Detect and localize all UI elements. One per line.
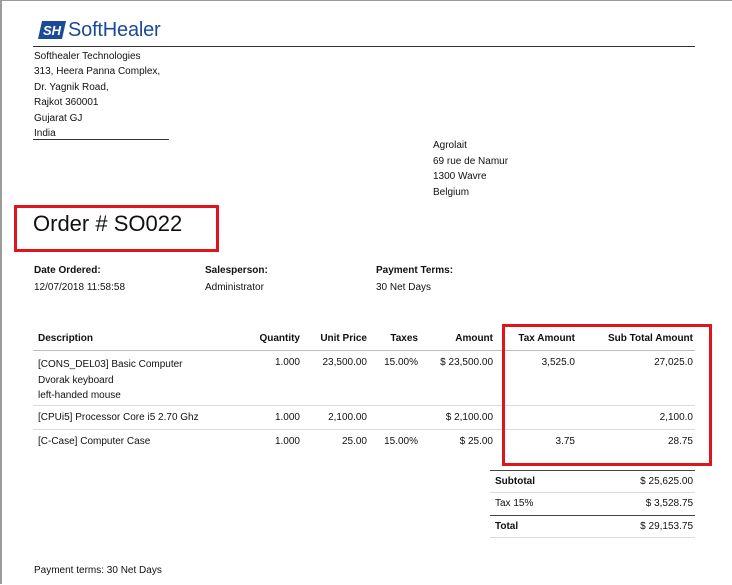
address-divider [33,139,169,140]
address-line: Rajkot 360001 [34,97,99,109]
row-unit-price: 23,500.00 [322,357,368,368]
date-ordered-label: Date Ordered: [34,265,101,276]
row-description: Dvorak keyboard [38,374,114,386]
customer-address-line: 1300 Wavre [433,171,487,182]
subtotal-label: Subtotal [495,476,535,487]
col-header-description: Description [38,333,94,344]
address-line: Gujarat GJ [34,112,83,124]
row-unit-price: 2,100.00 [328,412,367,423]
payment-terms-label: Payment Terms: [376,265,454,276]
row-quantity: 1.000 [274,412,300,423]
col-header-taxes: Taxes [390,333,418,344]
row-taxes: 15.00% [384,357,418,368]
svg-text:SH: SH [43,23,62,38]
softhealer-logo-icon: SH [38,21,66,39]
address-line: 313, Heera Panna Complex, [34,66,161,78]
totals-bottom-divider [490,537,695,538]
table-row: [CONS_DEL03] Basic Computer Dvorak keybo… [38,357,183,404]
tax-value: $ 3,528.75 [645,498,693,509]
row-description: [C-Case] Computer Case [38,436,151,447]
row-taxes: 15.00% [384,436,418,447]
table-row: [C-Case] Computer Case [38,436,150,447]
brand-name: SoftHealer [68,18,161,41]
col-header-amount: Amount [455,333,493,344]
tax-columns-highlight [502,324,712,466]
salesperson-label: Salesperson: [205,265,268,276]
row-description: [CONS_DEL03] Basic Computer [38,359,183,370]
company-address: Softhealer Technologies 313, Heera Panna… [34,49,160,141]
col-header-quantity: Quantity [259,333,300,344]
customer-address-line: Agrolait [433,140,467,151]
payment-terms-value: 30 Net Days [376,282,432,293]
table-row: [CPUi5] Processor Core i5 2.70 Ghz [38,412,199,423]
row-quantity: 1.000 [274,357,300,368]
total-divider [490,515,695,516]
customer-address: Agrolait 69 rue de Namur 1300 Wavre Belg… [433,138,508,200]
company-logo: SH SoftHealer [38,19,161,41]
row-amount: $ 25.00 [459,436,493,447]
footer-payment-terms: Payment terms: 30 Net Days [34,565,162,576]
row-quantity: 1.000 [274,436,300,447]
salesperson-value: Administrator [205,282,264,293]
row-amount: $ 23,500.00 [440,357,493,368]
totals-top-divider [490,470,695,471]
total-label: Total [495,521,519,532]
customer-address-line: 69 rue de Namur [433,155,509,167]
date-ordered-value: 12/07/2018 11:58:58 [34,282,126,293]
address-line: Dr. Yagnik Road, [34,81,109,93]
header-divider [33,46,695,47]
address-line: Softhealer Technologies [34,51,141,62]
tax-label: Tax 15% [495,498,534,509]
customer-address-line: Belgium [433,186,470,198]
subtotal-value: $ 25,625.00 [640,476,693,487]
totals-divider [490,492,695,493]
col-header-unit-price: Unit Price [320,333,367,344]
row-description: [CPUi5] Processor Core i5 2.70 Ghz [38,412,199,423]
total-value: $ 29,153.75 [640,521,693,532]
order-title: Order # SO022 [33,211,183,236]
row-unit-price: 25.00 [341,436,367,447]
row-description: left-handed mouse [38,390,121,401]
row-amount: $ 2,100.00 [445,412,493,423]
